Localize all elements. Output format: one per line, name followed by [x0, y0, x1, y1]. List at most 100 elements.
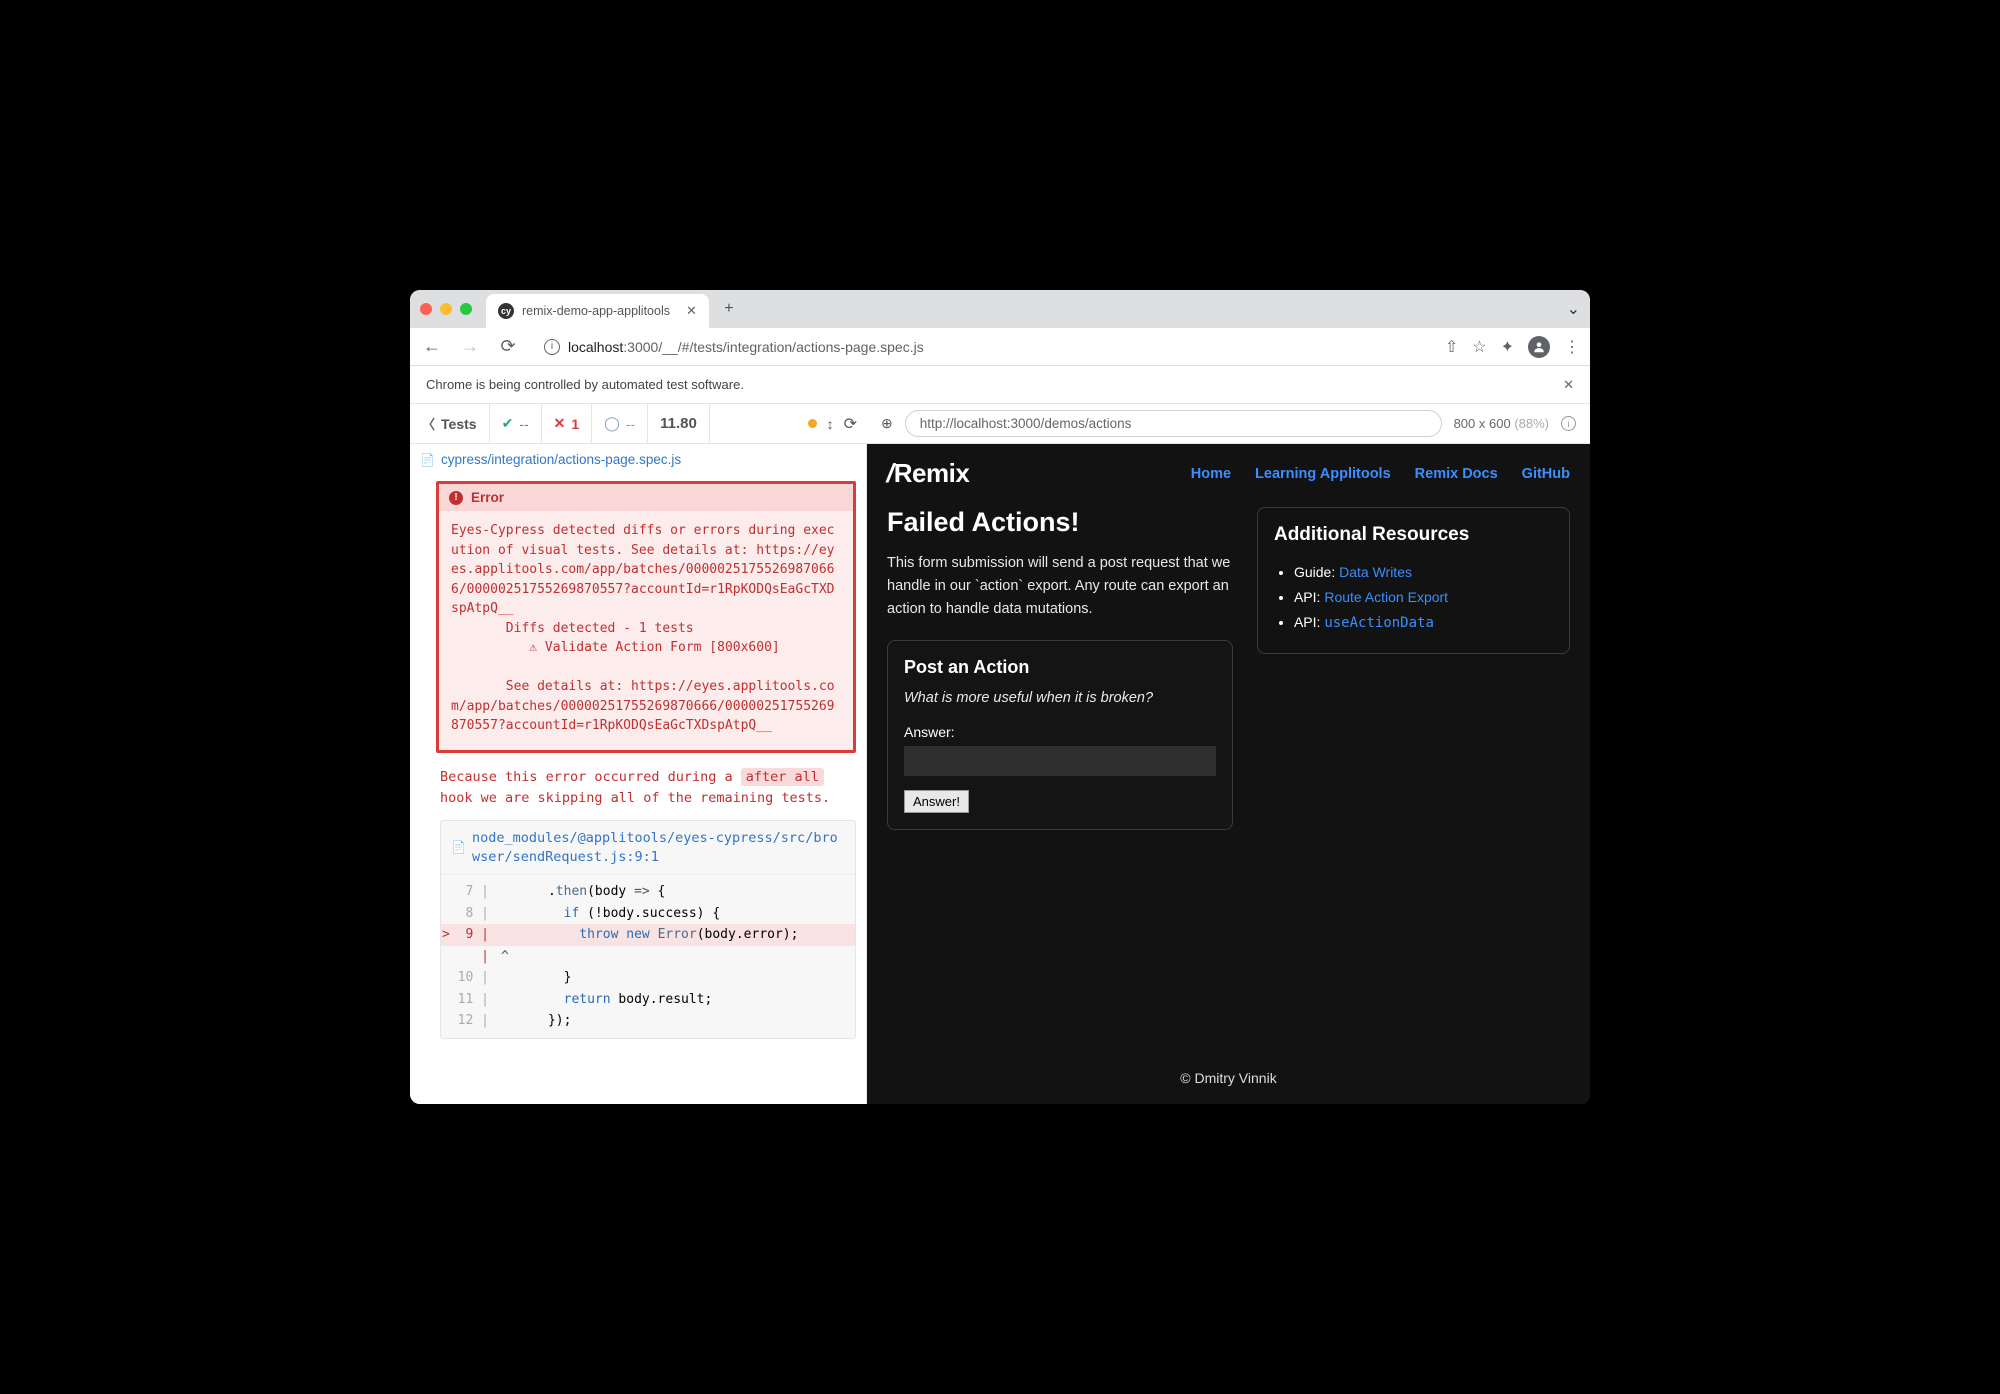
logo-text: Remix [894, 458, 970, 488]
browser-tab[interactable]: cy remix-demo-app-applitools ✕ [486, 294, 709, 328]
back-button[interactable]: ← [420, 336, 444, 357]
gutter: 7 | [441, 882, 501, 902]
nav-learning[interactable]: Learning Applitools [1255, 466, 1391, 482]
address-bar[interactable]: i localhost:3000/__/#/tests/integration/… [534, 335, 1431, 359]
favicon: cy [498, 303, 514, 319]
source: ^ [501, 947, 855, 967]
window-zoom[interactable] [460, 303, 472, 315]
list-item: API: useActionData [1294, 610, 1553, 636]
viewport-help-icon[interactable]: i [1561, 416, 1576, 431]
check-icon: ✔ [502, 415, 514, 432]
stat-pending: ◯ -- [592, 404, 648, 443]
close-banner-icon[interactable]: ✕ [1563, 377, 1574, 393]
source: return body.result; [501, 990, 855, 1010]
forward-button[interactable]: → [458, 336, 482, 357]
nav-github[interactable]: GitHub [1522, 466, 1570, 482]
file-icon: 📄 [420, 453, 435, 467]
file-icon: 📄 [451, 839, 466, 856]
code-line: 10 | } [441, 967, 855, 989]
page-description: This form submission will send a post re… [887, 552, 1233, 622]
item-code[interactable]: useActionData [1324, 615, 1434, 631]
aut-url-display[interactable]: http://localhost:3000/demos/actions [905, 410, 1442, 437]
window-minimize[interactable] [440, 303, 452, 315]
item-prefix: API: [1294, 614, 1324, 630]
nav-docs[interactable]: Remix Docs [1415, 466, 1498, 482]
gutter: 10 | [441, 968, 501, 988]
error-box: ! Error Eyes-Cypress detected diffs or e… [436, 481, 856, 753]
source: }); [501, 1011, 855, 1031]
kebab-menu-icon[interactable]: ⋮ [1564, 337, 1580, 357]
resources-list: Guide: Data WritesAPI: Route Action Expo… [1274, 560, 1553, 637]
code-frame: 📄 node_modules/@applitools/eyes-cypress/… [440, 820, 856, 1039]
profile-avatar[interactable] [1528, 336, 1550, 358]
aut-nav-links: Home Learning Applitools Remix Docs GitH… [1191, 466, 1570, 482]
chevron-left-icon: 〈 [422, 414, 435, 433]
aut-body: Failed Actions! This form submission wil… [867, 503, 1590, 850]
automation-banner: Chrome is being controlled by automated … [410, 366, 1590, 404]
x-icon: ✕ [554, 415, 566, 432]
answer-label: Answer: [904, 724, 1216, 740]
gutter: 12 | [441, 1011, 501, 1031]
viewport-scale: (88%) [1514, 416, 1549, 431]
card-title: Post an Action [904, 657, 1216, 678]
back-to-tests[interactable]: 〈 Tests [410, 404, 490, 443]
new-tab-button[interactable]: + [715, 295, 743, 323]
skip-prefix: Because this error occurred during a [440, 769, 741, 785]
close-tab-icon[interactable]: ✕ [686, 303, 697, 319]
share-icon[interactable]: ⇧ [1445, 337, 1458, 357]
spec-path-text: cypress/integration/actions-page.spec.js [441, 452, 681, 467]
circle-icon: ◯ [604, 415, 620, 432]
nav-home[interactable]: Home [1191, 466, 1231, 482]
duration-value: 11.80 [660, 415, 697, 432]
resources-title: Additional Resources [1274, 524, 1553, 546]
code-line: 11 | return body.result; [441, 989, 855, 1011]
error-title: Error [471, 490, 504, 505]
cypress-header-left: 〈 Tests ✔ -- ✕ 1 ◯ -- 11.80 ↕ ⟳ [410, 404, 867, 443]
site-info-icon[interactable]: i [544, 339, 560, 355]
traffic-lights [420, 303, 472, 315]
aut-sidebar: Additional Resources Guide: Data WritesA… [1257, 507, 1570, 830]
extensions-icon[interactable]: ✦ [1501, 337, 1514, 357]
item-prefix: API: [1294, 589, 1324, 605]
item-link[interactable]: Data Writes [1339, 564, 1412, 580]
main-split: 📄 cypress/integration/actions-page.spec.… [410, 444, 1590, 1104]
command-log[interactable]: 📄 cypress/integration/actions-page.spec.… [410, 444, 867, 1104]
tabs-menu-icon[interactable]: ⌄ [1567, 299, 1580, 319]
code-frame-path[interactable]: 📄 node_modules/@applitools/eyes-cypress/… [441, 821, 855, 876]
tests-label: Tests [441, 416, 477, 432]
stat-failures: ✕ 1 [542, 404, 593, 443]
viewport-info[interactable]: 800 x 600 (88%) [1454, 416, 1549, 431]
item-link[interactable]: Route Action Export [1324, 589, 1448, 605]
remix-logo[interactable]: /Remix [887, 458, 969, 489]
rerun-button[interactable]: ⟳ [844, 414, 857, 434]
gutter: | [441, 947, 501, 967]
window-close[interactable] [420, 303, 432, 315]
page-title: Failed Actions! [887, 507, 1233, 538]
skip-suffix: hook we are skipping all of the remainin… [440, 790, 830, 806]
spec-file-link[interactable]: 📄 cypress/integration/actions-page.spec.… [410, 444, 866, 475]
source: throw new Error(body.error); [501, 925, 855, 945]
bookmark-icon[interactable]: ☆ [1472, 337, 1486, 357]
browser-toolbar: ← → ⟳ i localhost:3000/__/#/tests/integr… [410, 328, 1590, 366]
answer-input[interactable] [904, 746, 1216, 776]
aut-footer: © Dmitry Vinnik [867, 1051, 1590, 1104]
code-line: > 9 | throw new Error(body.error); [441, 924, 855, 946]
skip-message: Because this error occurred during a aft… [440, 767, 856, 810]
cypress-header-right: ⊕ http://localhost:3000/demos/actions 80… [867, 410, 1590, 437]
automation-text: Chrome is being controlled by automated … [426, 377, 744, 392]
code-line: |^ [441, 946, 855, 968]
failures-count: 1 [571, 416, 579, 432]
viewport-dimensions: 800 x 600 [1454, 416, 1511, 431]
url-port: :3000 [623, 339, 658, 355]
action-form-card: Post an Action What is more useful when … [887, 640, 1233, 830]
auto-scroll-toggle[interactable]: ↕ [827, 416, 834, 432]
hook-pill: after all [741, 768, 824, 786]
tab-strip: cy remix-demo-app-applitools ✕ + ⌄ [410, 290, 1590, 328]
submit-button[interactable]: Answer! [904, 790, 969, 813]
toolbar-actions: ⇧ ☆ ✦ ⋮ [1445, 336, 1580, 358]
reload-button[interactable]: ⟳ [496, 336, 520, 357]
url-text: localhost:3000/__/#/tests/integration/ac… [568, 339, 924, 355]
selector-playground-icon[interactable]: ⊕ [881, 415, 893, 432]
browser-window: cy remix-demo-app-applitools ✕ + ⌄ ← → ⟳… [410, 290, 1590, 1104]
code-line: 7 | .then(body => { [441, 881, 855, 903]
